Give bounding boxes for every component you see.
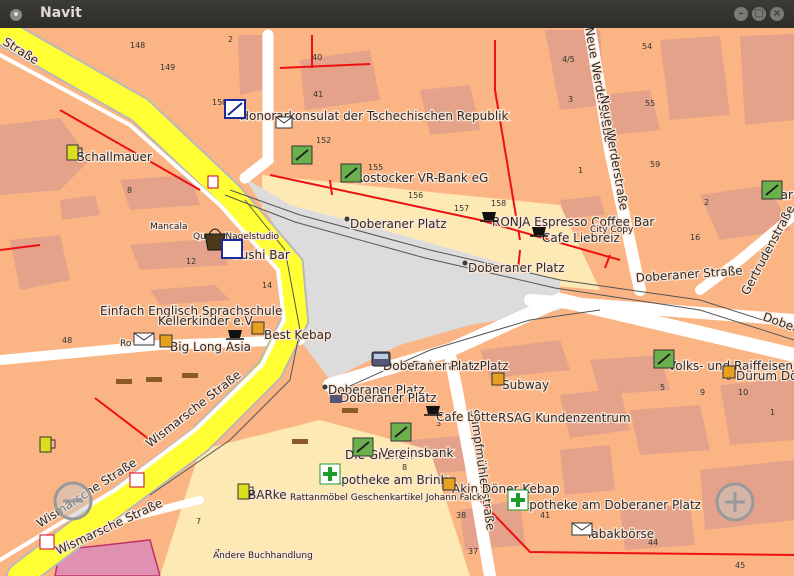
house-number: 149: [160, 63, 175, 72]
bank-icon: [291, 145, 313, 165]
bank-icon: [352, 437, 374, 457]
house-number: 148: [130, 41, 145, 50]
poi-label-barke: BARke: [248, 488, 287, 502]
fastfood-icon: [159, 334, 173, 348]
poi-label-ro: Ro: [120, 339, 132, 349]
poi-label-duerum-doener: Dürum Döner: [736, 369, 794, 383]
poi-label-doberaner-platz: Doberaner Platz: [350, 217, 447, 231]
house-number: 7: [196, 517, 201, 526]
poi-label-schallmauer: Schallmauer: [77, 150, 152, 164]
house-number: 41: [540, 511, 550, 520]
house-number: 1: [770, 408, 775, 417]
zoom-out-button[interactable]: [53, 481, 93, 521]
window-title: Navit: [40, 5, 82, 21]
house-number: 4/5: [562, 55, 575, 64]
poi-label-apotheke-platz: Apotheke am Doberaner Platz: [521, 498, 701, 512]
poi-label-doberaner-platz: Doberaner Platz: [383, 359, 480, 373]
stop-marker: [462, 260, 468, 266]
app-icon: [10, 9, 22, 21]
stop-marker: [322, 384, 328, 390]
house-number: 9: [700, 388, 705, 397]
house-number: 41: [313, 90, 323, 99]
mail-icon: [571, 522, 593, 536]
house-number: 8: [127, 186, 132, 195]
house-number: 3: [568, 95, 573, 104]
poi-label-vereinsbank: Vereinsbank: [380, 446, 453, 460]
mail-icon: [133, 332, 155, 346]
fastfood-icon: [442, 477, 456, 491]
sushi-icon: [221, 239, 243, 259]
house-number: 37: [468, 547, 478, 556]
poi-label-apotheke-brink: Apotheke am Brink: [333, 473, 448, 487]
house-number: 16: [690, 233, 700, 242]
fastfood-icon: [722, 365, 736, 379]
house-number: 2: [228, 35, 233, 44]
poi-label-subway: Subway: [502, 378, 549, 392]
map-canvas[interactable]: 148 149 150 2 40 41 152 155 156 157 158 …: [0, 28, 794, 576]
navit-window: Navit – □ × 148 149 150 2 40 41 152 155 …: [0, 0, 794, 576]
poi-label-rostocker-vr-bank: Rostocker VR-Bank eG: [355, 171, 488, 185]
house-number: 156: [408, 191, 423, 200]
bank-icon: [340, 163, 362, 183]
house-number: 48: [62, 336, 72, 345]
house-number: 152: [316, 136, 331, 145]
fastfood-icon: [491, 372, 505, 386]
house-number: 10: [738, 388, 748, 397]
maximize-button[interactable]: □: [752, 7, 766, 21]
consulate-icon: [224, 99, 246, 119]
bank-icon: [761, 180, 783, 200]
poi-label-rsag: RSAG Kundenzentrum: [498, 411, 631, 425]
house-number: 54: [642, 42, 652, 51]
bank-icon: [653, 349, 675, 369]
poi-label-big-long-asia: Big Long Asia: [170, 340, 251, 354]
house-number: 12: [186, 257, 196, 266]
house-number: 59: [650, 160, 660, 169]
house-number: 8: [402, 463, 407, 472]
house-number: 1: [578, 166, 583, 175]
poi-label-doberaner-platz: Doberaner Platz: [468, 261, 565, 275]
house-number: 38: [456, 511, 466, 520]
post-icon: [275, 116, 293, 129]
poi-label-best-kebap: Best Kebap: [264, 328, 332, 342]
house-number: 2: [704, 198, 709, 207]
poi-label-mancala: Mancala: [150, 222, 187, 232]
poi-label-cafe-lotte: Cafe Lotte: [436, 410, 498, 424]
poi-label-buchhandlung: Andere Buchhandlung: [213, 551, 313, 561]
bank-icon: [390, 422, 412, 442]
title-bar[interactable]: Navit – □ ×: [0, 0, 794, 28]
pharmacy-icon: [507, 489, 529, 511]
bus-stop-icon: [371, 351, 391, 367]
house-number: 45: [735, 561, 745, 570]
house-number: 14: [262, 281, 272, 290]
house-number: 157: [454, 204, 469, 213]
minimize-button[interactable]: –: [734, 7, 748, 21]
house-number: 55: [645, 99, 655, 108]
zoom-in-button[interactable]: [715, 482, 755, 522]
poi-label-rattanmoebel: Rattanmöbel Geschenkartikel Johann Falck: [290, 493, 483, 503]
poi-label-city-copy: City Copy: [590, 225, 634, 235]
bus-stop-icon: [330, 395, 342, 403]
house-number: 158: [491, 199, 506, 208]
poi-label-doberaner-platz: Doberaner Platz: [340, 391, 437, 405]
pharmacy-icon: [319, 463, 341, 485]
close-button[interactable]: ×: [770, 7, 784, 21]
fastfood-icon: [251, 321, 265, 335]
house-number: 5: [660, 383, 665, 392]
poi-label-tabakboerse: Tabakbörse: [585, 527, 654, 541]
stop-marker: [344, 216, 350, 222]
poi-label-kellerkinder: Kellerkinder e.V.: [158, 314, 255, 328]
house-number: 40: [312, 53, 322, 62]
